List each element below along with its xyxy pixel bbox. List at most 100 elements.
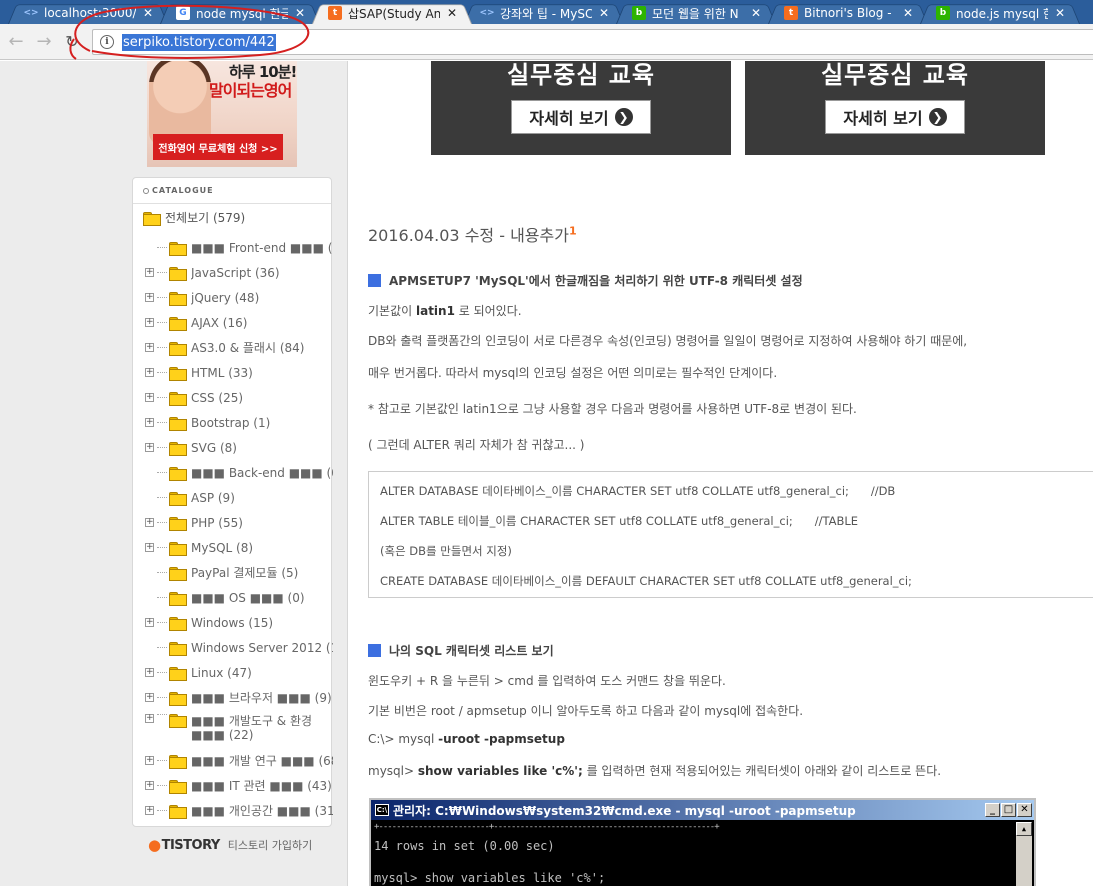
expand-plus-icon[interactable]: + [145, 543, 154, 552]
category-label[interactable]: ■■■ IT 관련 ■■■ (43) [191, 777, 332, 794]
category-label[interactable]: PayPal 결제모듈 (5) [191, 564, 298, 581]
category-item[interactable]: + MySQL (8) [145, 535, 333, 560]
category-item[interactable]: + JavaScript (36) [145, 260, 333, 285]
tab-close-icon[interactable]: ✕ [294, 7, 306, 19]
expand-plus-icon[interactable]: + [145, 618, 154, 627]
back-arrow-icon[interactable]: ← [4, 30, 28, 54]
maximize-icon: □ [1001, 803, 1016, 817]
category-item[interactable]: + PHP (55) [145, 510, 333, 535]
category-label[interactable]: SVG (8) [191, 441, 237, 455]
category-label[interactable]: ■■■ Front-end ■■■ (0) [191, 241, 333, 255]
category-label[interactable]: JavaScript (36) [191, 266, 280, 280]
tab-close-icon[interactable]: ✕ [598, 7, 610, 19]
address-url[interactable]: serpiko.tistory.com/442 [122, 33, 276, 51]
category-item[interactable]: ASP (9) [145, 485, 333, 510]
category-item[interactable]: ■■■ Front-end ■■■ (0) [145, 235, 333, 260]
chevron-right-icon: ❯ [614, 108, 633, 126]
category-item[interactable]: + HTML (33) [145, 360, 333, 385]
tab-close-icon[interactable]: ✕ [750, 7, 762, 19]
category-label[interactable]: MySQL (8) [191, 541, 253, 555]
category-label[interactable]: PHP (55) [191, 516, 243, 530]
reload-icon[interactable]: ↻ [60, 30, 84, 54]
category-label[interactable]: ■■■ 개발 연구 ■■■ (68) [191, 752, 333, 769]
folder-icon [169, 341, 187, 356]
category-item[interactable]: + AJAX (16) [145, 310, 333, 335]
browser-tab[interactable]: b node.js mysql 한 ✕ [920, 2, 1080, 24]
tree-branch-line [157, 297, 167, 298]
category-item[interactable]: PayPal 결제모듈 (5) [145, 560, 333, 585]
category-label[interactable]: ■■■ 브라우저 ■■■ (9) [191, 689, 332, 706]
category-label[interactable]: Windows (15) [191, 616, 273, 630]
category-label[interactable]: Windows Server 2012 (15) [191, 641, 333, 655]
expand-plus-icon[interactable]: + [145, 714, 154, 723]
catalogue-root[interactable]: 전체보기 (579) [143, 209, 245, 226]
category-item[interactable]: ■■■ OS ■■■ (0) [145, 585, 333, 610]
category-item[interactable]: + Bootstrap (1) [145, 410, 333, 435]
browser-tab[interactable]: b 모던 웹을 위한 N ✕ [616, 2, 776, 24]
category-label[interactable]: AS3.0 & 플래시 (84) [191, 339, 304, 356]
category-item[interactable]: + ■■■ 브라우저 ■■■ (9) [145, 685, 333, 710]
expand-plus-icon[interactable]: + [145, 318, 154, 327]
browser-tab[interactable]: t 삽SAP(Study And ✕ [312, 2, 472, 24]
category-label[interactable]: ■■■ Back-end ■■■ (0) [191, 466, 333, 480]
category-label[interactable]: ■■■ 개인공간 ■■■ (31) [191, 802, 333, 819]
expand-plus-icon[interactable]: + [145, 393, 154, 402]
catalogue-root-label[interactable]: 전체보기 (579) [165, 209, 245, 226]
category-item[interactable]: + Windows (15) [145, 610, 333, 635]
expand-plus-icon[interactable]: + [145, 293, 154, 302]
browser-tab[interactable]: <> 강좌와 팁 - MySC ✕ [464, 2, 624, 24]
tree-branch-line [157, 472, 167, 473]
expand-plus-icon[interactable]: + [145, 806, 154, 815]
browser-tab[interactable]: Gnode mysql 한글 ✕ [160, 2, 320, 24]
tab-close-icon[interactable]: ✕ [446, 7, 458, 19]
expand-plus-icon[interactable]: + [145, 668, 154, 677]
category-label[interactable]: ASP (9) [191, 491, 235, 505]
tab-close-icon[interactable]: ✕ [142, 7, 154, 19]
category-item[interactable]: + ■■■ 개발 연구 ■■■ (68) [145, 748, 333, 773]
category-item[interactable]: Windows Server 2012 (15) [145, 635, 333, 660]
footnote-link[interactable]: 1 [569, 225, 577, 238]
expand-plus-icon[interactable]: + [145, 693, 154, 702]
category-label[interactable]: HTML (33) [191, 366, 253, 380]
expand-plus-icon[interactable]: + [145, 443, 154, 452]
category-item[interactable]: + CSS (25) [145, 385, 333, 410]
category-item[interactable]: + AS3.0 & 플래시 (84) [145, 335, 333, 360]
tistory-signup-link[interactable]: 티스토리 가입하기 [228, 837, 312, 853]
category-label[interactable]: jQuery (48) [191, 291, 259, 305]
category-item[interactable]: + ■■■ IT 관련 ■■■ (43) [145, 773, 333, 798]
category-label[interactable]: Linux (47) [191, 666, 252, 680]
info-icon[interactable]: i [100, 35, 114, 49]
expand-plus-icon[interactable]: + [145, 781, 154, 790]
category-label[interactable]: CSS (25) [191, 391, 243, 405]
banner-detail-button[interactable]: 자세히 보기 ❯ [825, 100, 965, 134]
forward-arrow-icon[interactable]: → [32, 30, 56, 54]
category-label[interactable]: ■■■ OS ■■■ (0) [191, 591, 305, 605]
tree-branch-line [157, 760, 167, 761]
banner-education-1[interactable]: 실무중심 교육 자세히 보기 ❯ [431, 61, 731, 155]
category-label[interactable]: Bootstrap (1) [191, 416, 270, 430]
ad-english-banner[interactable]: 하루 10분! 말이되는영어 전화영어 무료체험 신청 >> [147, 61, 297, 167]
browser-tab[interactable]: <> localhost:3000/u ✕ [8, 2, 168, 24]
banner-education-2[interactable]: 실무중심 교육 자세히 보기 ❯ [745, 61, 1045, 155]
ad-cta-button[interactable]: 전화영어 무료체험 신청 >> [153, 134, 283, 160]
tab-close-icon[interactable]: ✕ [902, 7, 914, 19]
banner-detail-button[interactable]: 자세히 보기 ❯ [511, 100, 651, 134]
category-item[interactable]: + Linux (47) [145, 660, 333, 685]
expand-plus-icon[interactable]: + [145, 756, 154, 765]
category-item[interactable]: + jQuery (48) [145, 285, 333, 310]
expand-plus-icon[interactable]: + [145, 418, 154, 427]
category-label[interactable]: AJAX (16) [191, 316, 247, 330]
expand-plus-icon[interactable]: + [145, 518, 154, 527]
browser-tab[interactable]: t Bitnori's Blog - N ✕ [768, 2, 928, 24]
tab-close-icon[interactable]: ✕ [1054, 7, 1066, 19]
address-bar[interactable]: i serpiko.tistory.com/442 [92, 29, 1093, 55]
category-item[interactable]: + ■■■ 개발도구 & 환경 ■■■ (22) [145, 710, 333, 748]
tistory-logo[interactable]: ● TISTORY [148, 836, 220, 854]
category-label[interactable]: ■■■ 개발도구 & 환경 ■■■ (22) [191, 714, 321, 742]
expand-plus-icon[interactable]: + [145, 343, 154, 352]
category-item[interactable]: + SVG (8) [145, 435, 333, 460]
expand-plus-icon[interactable]: + [145, 268, 154, 277]
category-item[interactable]: ■■■ Back-end ■■■ (0) [145, 460, 333, 485]
expand-plus-icon[interactable]: + [145, 368, 154, 377]
category-item[interactable]: + ■■■ 개인공간 ■■■ (31) [145, 798, 333, 823]
